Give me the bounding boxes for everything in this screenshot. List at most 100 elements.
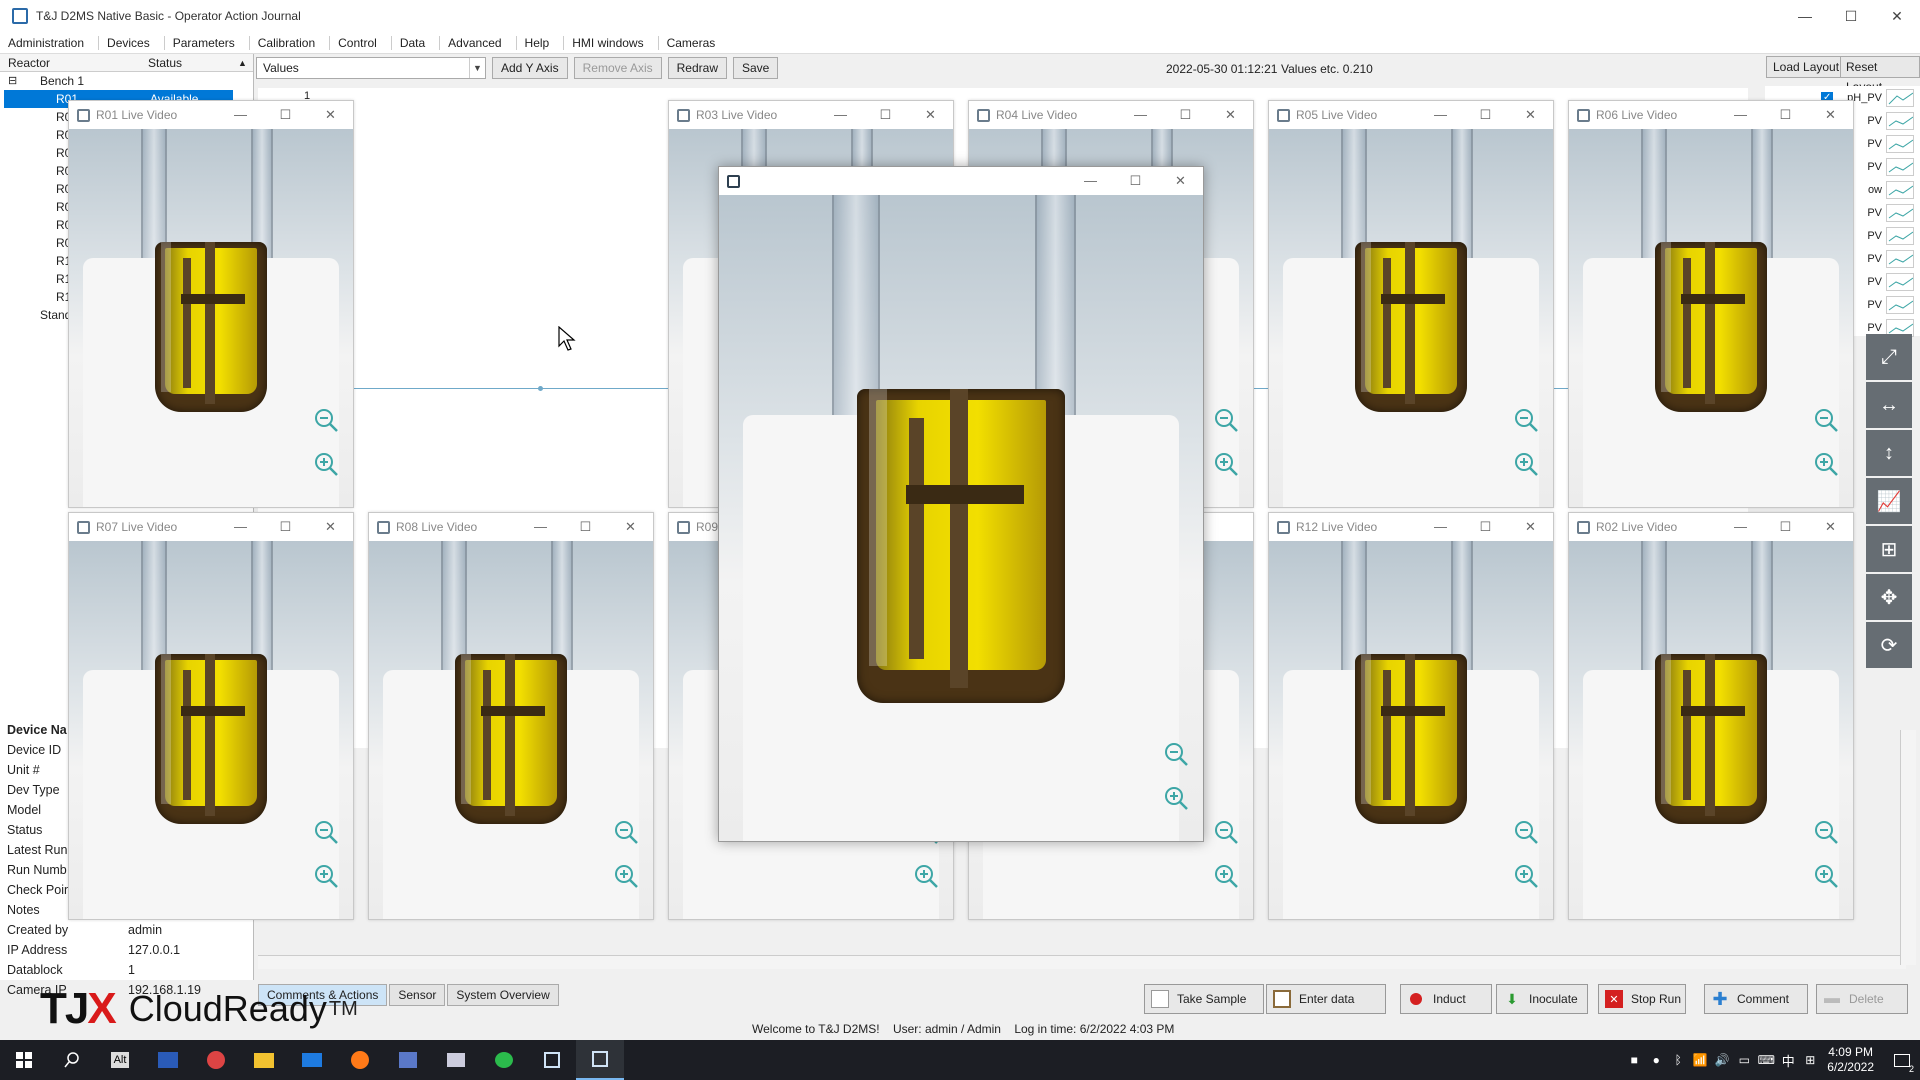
d2ms-app-icon[interactable] [528,1040,576,1080]
pan-icon[interactable]: ✥ [1866,574,1912,620]
maximize-icon[interactable]: ☐ [263,513,308,541]
video-window[interactable]: R01 Live Video — ☐ ✕ [68,100,354,508]
delete-button[interactable]: ▬ Delete [1816,984,1908,1014]
video-window[interactable]: — ☐ ✕ [718,166,1204,842]
menu-parameters[interactable]: Parameters [165,35,250,50]
keyboard-icon[interactable]: ⌨ [1755,1053,1777,1067]
zoom-out-icon[interactable] [1513,819,1539,845]
video-window[interactable]: R05 Live Video — ☐ ✕ [1268,100,1554,508]
induct-button[interactable]: Induct [1400,984,1492,1014]
menu-calibration[interactable]: Calibration [250,35,331,50]
comment-button[interactable]: ✚ Comment [1704,984,1808,1014]
live-video-feed[interactable] [1569,129,1853,507]
zoom-out-icon[interactable] [1213,407,1239,433]
mail-icon[interactable] [288,1040,336,1080]
enter-data-button[interactable]: Enter data [1266,984,1386,1014]
inoculate-button[interactable]: ⬇ Inoculate [1496,984,1588,1014]
menu-data[interactable]: Data [392,35,441,50]
menu-administration[interactable]: Administration [0,35,100,50]
alt-app-icon[interactable]: Alt [96,1040,144,1080]
bluetooth-icon[interactable]: ᛒ [1667,1053,1689,1067]
maximize-icon[interactable]: ☐ [1163,101,1208,129]
live-video-feed[interactable] [69,541,353,919]
close-icon[interactable]: ✕ [1808,101,1853,129]
video-window-titlebar[interactable]: R08 Live Video — ☐ ✕ [369,513,653,541]
close-icon[interactable]: ✕ [1158,167,1203,195]
search-icon[interactable] [48,1040,96,1080]
windows-start-icon[interactable] [0,1040,48,1080]
maximize-button[interactable]: ☐ [1828,0,1874,32]
video-window[interactable]: R12 Live Video — ☐ ✕ [1268,512,1554,920]
zoom-out-icon[interactable] [1163,741,1189,767]
fit-horizontal-icon[interactable]: ↔ [1866,382,1912,428]
zoom-in-icon[interactable] [1513,863,1539,889]
remove-axis-button[interactable]: Remove Axis [573,57,662,79]
chevron-down-icon[interactable]: ▼ [469,58,485,78]
video-window-titlebar[interactable]: R07 Live Video — ☐ ✕ [69,513,353,541]
redraw-button[interactable]: Redraw [667,57,727,79]
network-tool-icon[interactable] [384,1040,432,1080]
minimize-icon[interactable]: — [518,513,563,541]
close-icon[interactable]: ✕ [608,513,653,541]
fit-vertical-icon[interactable]: ↕ [1866,430,1912,476]
reset-layout-button[interactable]: Reset Layout [1840,56,1920,94]
live-video-feed[interactable] [369,541,653,919]
close-icon[interactable]: ✕ [908,101,953,129]
video-window-titlebar[interactable]: — ☐ ✕ [719,167,1203,195]
reset-rotate-icon[interactable]: ⟳ [1866,622,1912,668]
zoom-region-icon[interactable]: ⊞ [1866,526,1912,572]
menu-cameras[interactable]: Cameras [659,36,730,50]
live-video-feed[interactable] [1569,541,1853,919]
wechat-icon[interactable] [480,1040,528,1080]
volume-icon[interactable]: 🔊 [1711,1053,1733,1067]
zoom-out-icon[interactable] [1813,819,1839,845]
maximize-icon[interactable]: ☐ [1113,167,1158,195]
zoom-in-icon[interactable] [313,451,339,477]
reactor-column-header[interactable]: Reactor [0,54,140,71]
values-dropdown[interactable]: Values ▼ [256,57,486,79]
video-window[interactable]: R07 Live Video — ☐ ✕ [68,512,354,920]
zoom-out-icon[interactable] [313,819,339,845]
zoom-out-icon[interactable] [1813,407,1839,433]
close-icon[interactable]: ✕ [1808,513,1853,541]
live-video-feed[interactable] [1269,541,1553,919]
tray-wechat-icon[interactable]: ● [1645,1053,1667,1067]
minimize-icon[interactable]: — [1418,101,1463,129]
save-button[interactable]: Save [733,57,779,79]
minimize-icon[interactable]: — [1118,101,1163,129]
ime-icon[interactable]: ⊞ [1799,1053,1821,1067]
video-window-titlebar[interactable]: R02 Live Video — ☐ ✕ [1569,513,1853,541]
battery-icon[interactable]: ▭ [1733,1053,1755,1067]
load-layout-button[interactable]: Load Layout [1766,56,1847,78]
video-window-titlebar[interactable]: R04 Live Video — ☐ ✕ [969,101,1253,129]
video-window[interactable]: R06 Live Video — ☐ ✕ [1568,100,1854,508]
video-window[interactable]: R02 Live Video — ☐ ✕ [1568,512,1854,920]
maximize-icon[interactable]: ☐ [1463,513,1508,541]
live-video-feed[interactable] [69,129,353,507]
zoom-out-icon[interactable] [313,407,339,433]
zoom-in-icon[interactable] [1213,451,1239,477]
close-icon[interactable]: ✕ [1508,513,1553,541]
maximize-icon[interactable]: ☐ [1463,101,1508,129]
zoom-out-icon[interactable] [613,819,639,845]
minimize-icon[interactable]: — [1718,513,1763,541]
file-explorer-icon[interactable] [240,1040,288,1080]
collapse-icon[interactable]: ⊟ [8,72,17,90]
video-window-titlebar[interactable]: R01 Live Video — ☐ ✕ [69,101,353,129]
video-window-titlebar[interactable]: R05 Live Video — ☐ ✕ [1269,101,1553,129]
zoom-in-icon[interactable] [613,863,639,889]
tab-system-overview[interactable]: System Overview [447,984,559,1006]
minimize-icon[interactable]: — [1718,101,1763,129]
minimize-button[interactable]: — [1782,0,1828,32]
tree-bench[interactable]: ⊟ Bench 1 [0,72,253,90]
minimize-icon[interactable]: — [1068,167,1113,195]
powershell-icon[interactable] [144,1040,192,1080]
minimize-icon[interactable]: — [818,101,863,129]
close-icon[interactable]: ✕ [1508,101,1553,129]
d2ms-active-icon[interactable] [576,1040,624,1080]
close-icon[interactable]: ✕ [1208,101,1253,129]
close-button[interactable]: ✕ [1874,0,1920,32]
chart-trend-icon[interactable]: 📈 [1866,478,1912,524]
menu-help[interactable]: Help [517,35,565,50]
network-icon[interactable]: 📶 [1689,1053,1711,1067]
